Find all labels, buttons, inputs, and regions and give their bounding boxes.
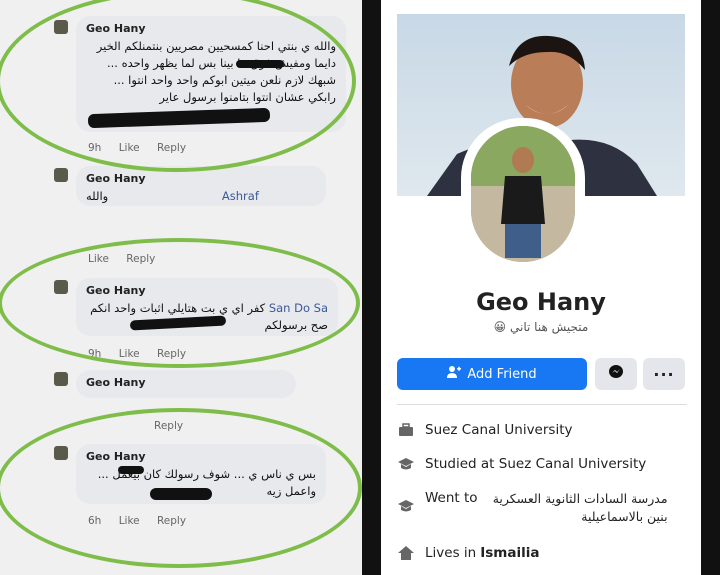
profile-name: Geo Hany [476,288,606,316]
bio-emoji: 😀 [493,320,507,334]
info-education: Studied at Suez Canal University [397,456,687,472]
location-link[interactable]: Ismailia [480,545,539,561]
comment-author[interactable]: Geo Hany [86,376,286,389]
info-text: Lives in [425,545,477,561]
add-friend-icon [447,365,462,383]
home-icon [397,545,415,561]
message-button[interactable] [595,358,637,390]
highlight-oval [0,0,356,172]
info-text: Suez Canal University [425,422,573,438]
comment-bubble: Geo Hany والله Ashraf [76,166,326,206]
comment: Geo Hany والله Ashraf [76,166,326,206]
education-icon [397,498,415,514]
work-icon [397,422,415,438]
comments-panel: Geo Hany والله ي بنتي احنا كمسحيين مصريي… [0,0,362,575]
highlight-oval [0,238,360,368]
profile-picture[interactable] [461,118,585,268]
profile-bio: 😀 متجيش هنا تاني [381,320,701,334]
comment-text: والله Ashraf [86,188,316,205]
divider [397,404,687,405]
more-icon: ··· [653,364,675,384]
mention[interactable]: Ashraf [222,189,259,203]
info-location: Lives in Ismailia [397,545,687,561]
more-options-button[interactable]: ··· [643,358,685,390]
info-school: Went to مدرسة السادات الثانوية العسكرية … [397,490,687,526]
profile-photo [471,126,575,262]
highlight-oval [0,408,362,568]
add-friend-label: Add Friend [467,366,537,382]
education-icon [397,456,415,472]
school-name[interactable]: مدرسة السادات الثانوية العسكرية بنين بال… [488,490,668,526]
bio-text: متجيش هنا تاني [510,320,589,334]
comment-author[interactable]: Geo Hany [86,172,316,185]
comment: Geo Hany [76,370,296,398]
comment-text: والله [86,189,109,203]
comment-bubble: Geo Hany [76,370,296,398]
profile-person-illustration [471,126,575,262]
avatar[interactable] [54,168,68,182]
messenger-icon [608,364,624,384]
profile-panel: Geo Hany 😀 متجيش هنا تاني Add Friend ···… [381,0,701,575]
add-friend-button[interactable]: Add Friend [397,358,587,390]
avatar[interactable] [54,372,68,386]
info-work: Suez Canal University [397,422,687,438]
info-text: Went to [425,490,478,506]
info-text: Studied at Suez Canal University [425,456,647,472]
